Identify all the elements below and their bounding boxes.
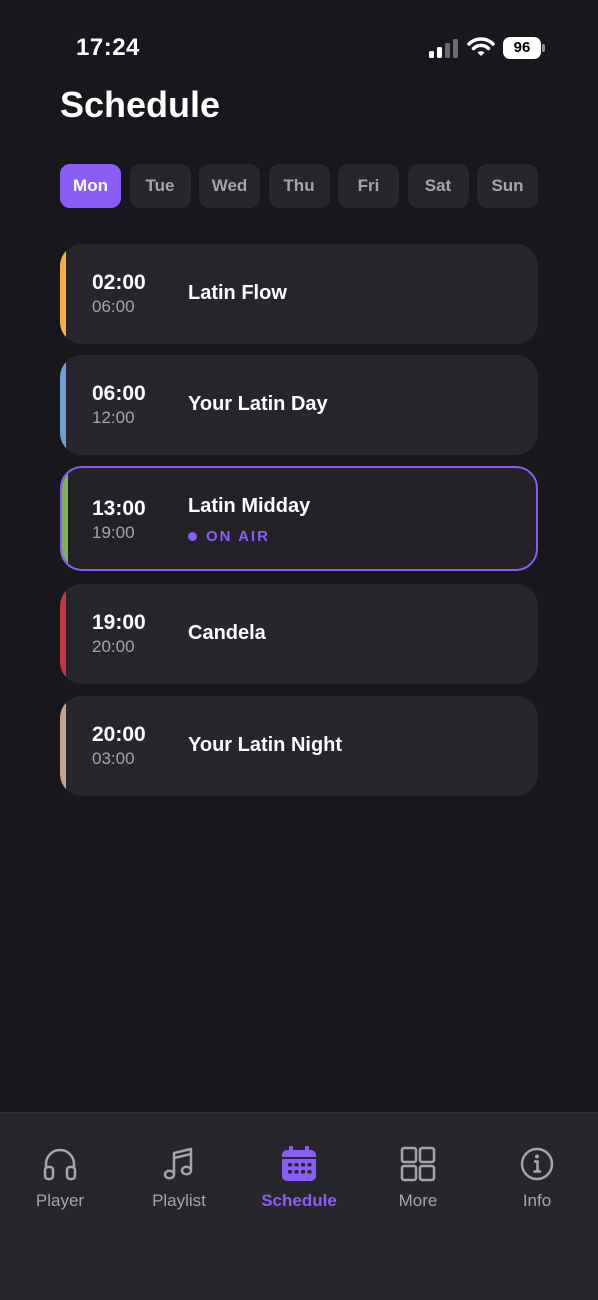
- grid-icon: [400, 1146, 436, 1182]
- show-time: 02:00 06:00: [92, 271, 146, 318]
- day-tab-mon[interactable]: Mon: [60, 164, 121, 208]
- show-name: Latin Midday: [188, 495, 311, 517]
- show-start-time: 20:00: [92, 723, 146, 746]
- show-time: 19:00 20:00: [92, 611, 146, 658]
- show-accent-bar: [62, 468, 68, 569]
- tab-label: Schedule: [261, 1191, 337, 1210]
- day-tab-fri[interactable]: Fri: [338, 164, 399, 208]
- show-time: 20:00 03:00: [92, 723, 146, 770]
- show-name: Your Latin Day: [188, 393, 328, 415]
- show-end-time: 06:00: [92, 297, 135, 316]
- tab-label: Player: [35, 1191, 85, 1210]
- show-start-time: 13:00: [92, 497, 146, 520]
- show-start-time: 19:00: [92, 611, 146, 634]
- day-tab-sun[interactable]: Sun: [477, 164, 538, 208]
- tab-player[interactable]: Player: [10, 1145, 110, 1215]
- show-end-time: 20:00: [92, 637, 135, 656]
- tab-label: More: [398, 1191, 438, 1210]
- show-name: Candela: [188, 622, 266, 644]
- day-tab-wed[interactable]: Wed: [199, 164, 260, 208]
- show-end-time: 19:00: [92, 523, 135, 542]
- wifi-icon: [467, 37, 495, 56]
- battery-level: 96: [503, 37, 541, 59]
- show-start-time: 06:00: [92, 382, 146, 405]
- tab-label: Info: [522, 1191, 552, 1210]
- show-end-time: 03:00: [92, 749, 135, 768]
- day-tab-tue[interactable]: Tue: [129, 164, 191, 208]
- show-card[interactable]: 06:00 12:00 Your Latin Day: [60, 355, 538, 455]
- show-time: 06:00 12:00: [92, 382, 146, 429]
- show-card[interactable]: 20:00 03:00 Your Latin Night: [60, 696, 538, 796]
- show-name: Your Latin Night: [188, 734, 343, 756]
- show-time: 13:00 19:00: [92, 497, 146, 544]
- tab-label: Playlist: [152, 1191, 206, 1210]
- show-accent-bar: [60, 696, 66, 796]
- tab-info[interactable]: Info: [487, 1145, 587, 1215]
- tab-more[interactable]: More: [368, 1145, 468, 1215]
- tab-schedule[interactable]: Schedule: [249, 1145, 349, 1215]
- show-name: Latin Flow: [188, 282, 287, 304]
- info-icon: [520, 1147, 554, 1181]
- show-accent-bar: [60, 584, 66, 684]
- show-accent-bar: [60, 244, 66, 344]
- calendar-icon: [282, 1146, 316, 1181]
- battery-icon: 96: [503, 37, 545, 59]
- day-tab-sat[interactable]: Sat: [407, 164, 469, 208]
- status-bar: 17:24 96: [0, 0, 598, 96]
- show-end-time: 12:00: [92, 408, 135, 427]
- day-tab-thu[interactable]: Thu: [268, 164, 330, 208]
- music-note-icon: [163, 1147, 193, 1180]
- show-accent-bar: [60, 355, 66, 455]
- on-air-label: ON AIR: [206, 528, 270, 545]
- show-card-on-air[interactable]: 13:00 19:00 Latin Midday ON AIR: [60, 466, 538, 571]
- show-card[interactable]: 02:00 06:00 Latin Flow: [60, 244, 538, 344]
- page-title: Schedule: [60, 84, 221, 125]
- on-air-badge: ON AIR: [188, 528, 270, 545]
- live-dot-icon: [188, 532, 197, 541]
- day-selector: Mon Tue Wed Thu Fri Sat Sun: [60, 164, 538, 208]
- tab-playlist[interactable]: Playlist: [129, 1145, 229, 1215]
- show-start-time: 02:00: [92, 271, 146, 294]
- headphones-icon: [43, 1148, 77, 1181]
- schedule-screen: 17:24 96 Schedule Mon Tue Wed Thu Fri Sa…: [0, 0, 598, 1300]
- bottom-tab-bar: Player Playlist Schedule More Info: [0, 1112, 598, 1300]
- status-time: 17:24: [76, 34, 140, 61]
- cellular-signal-icon: [429, 38, 459, 58]
- show-card[interactable]: 19:00 20:00 Candela: [60, 584, 538, 684]
